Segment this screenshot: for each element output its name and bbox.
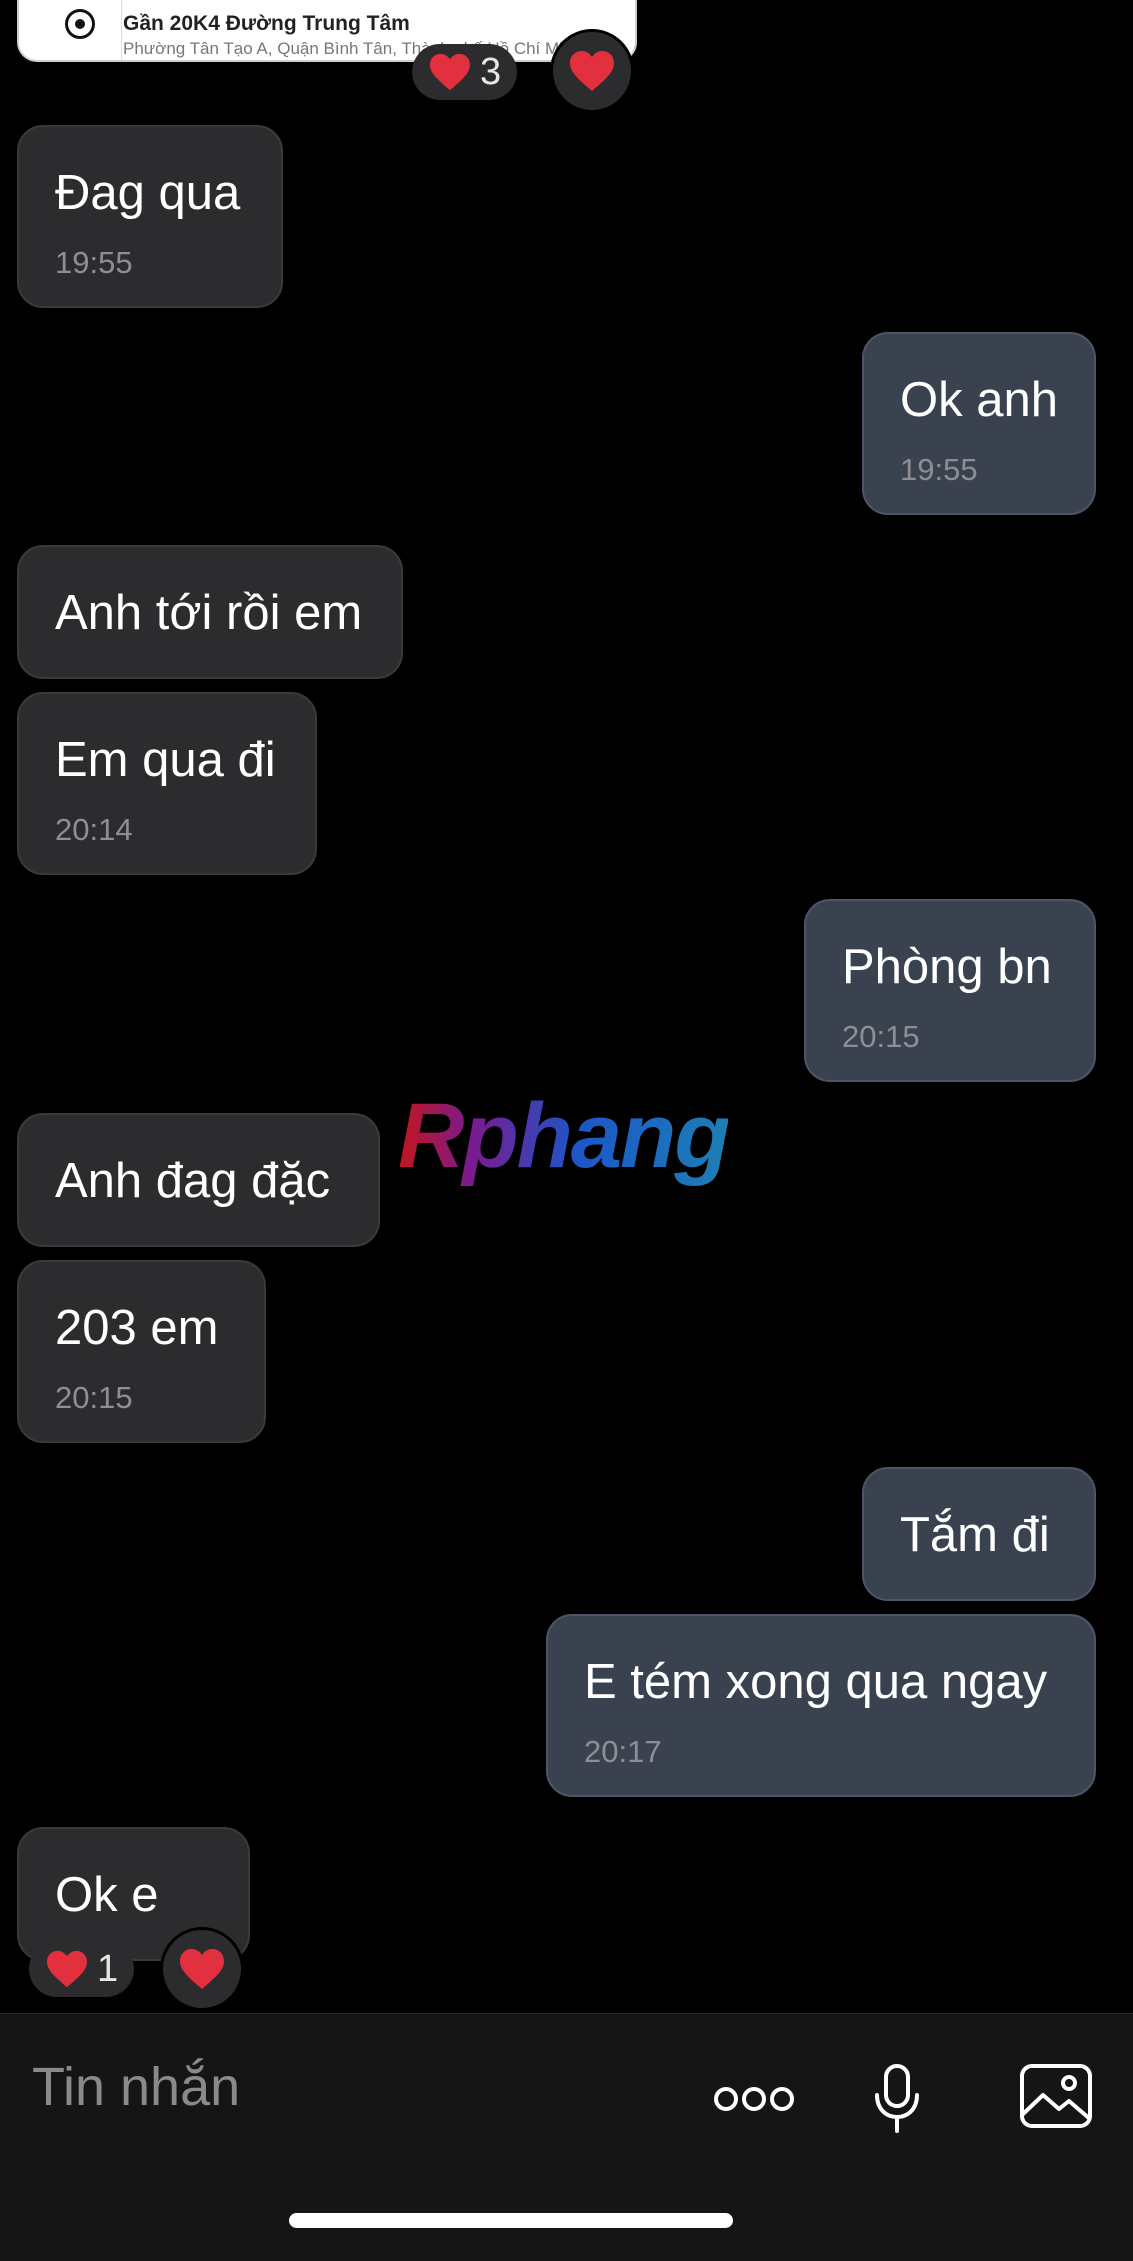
message-bubble-incoming[interactable]: Em qua đi 20:14 (17, 692, 317, 875)
message-bubble-outgoing[interactable]: Tắm đi (862, 1467, 1096, 1601)
location-divider (121, 0, 122, 60)
message-text: Anh đag đặc (55, 1154, 331, 1208)
message-text: Em qua đi (55, 733, 276, 787)
reaction-count: 3 (480, 50, 502, 93)
location-card[interactable]: Gần 20K4 Đường Trung Tâm Phường Tân Tạo … (17, 0, 637, 62)
message-bubble-incoming[interactable]: Đag qua 19:55 (17, 125, 283, 308)
reaction-count: 1 (97, 1947, 119, 1990)
attach-image-button[interactable] (1016, 2056, 1096, 2136)
heart-icon (570, 51, 614, 91)
message-time: 19:55 (55, 245, 133, 280)
message-bubble-outgoing[interactable]: Phòng bn 20:15 (804, 899, 1096, 1082)
voice-message-button[interactable] (866, 2054, 928, 2144)
message-bubble-outgoing[interactable]: E tém xong qua ngay 20:17 (546, 1614, 1096, 1797)
message-time: 20:15 (842, 1019, 920, 1054)
reaction-summary[interactable]: 1 (29, 1941, 135, 1997)
message-time: 20:15 (55, 1380, 133, 1415)
message-time: 20:17 (584, 1734, 662, 1769)
microphone-icon (875, 2064, 919, 2133)
more-button[interactable] (712, 2064, 796, 2134)
watermark: Rphang (398, 1085, 730, 1187)
react-heart-button[interactable] (160, 1927, 244, 2011)
more-icon (714, 2087, 794, 2111)
location-pin-icon (65, 9, 95, 39)
message-time: 19:55 (900, 452, 978, 487)
message-text: Ok e (55, 1868, 159, 1922)
message-input[interactable]: Tin nhắn (32, 2056, 240, 2118)
message-bubble-outgoing[interactable]: Ok anh 19:55 (862, 332, 1096, 515)
reaction-summary[interactable]: 3 (412, 44, 518, 100)
message-time: 20:14 (55, 812, 133, 847)
location-title: Gần 20K4 Đường Trung Tâm (123, 12, 410, 35)
message-bubble-incoming[interactable]: Anh tới rồi em (17, 545, 403, 679)
message-text: Anh tới rồi em (55, 586, 363, 640)
message-text: 203 em (55, 1301, 219, 1355)
message-bubble-incoming[interactable]: Anh đag đặc (17, 1113, 380, 1247)
message-text: Đag qua (55, 166, 241, 220)
message-text: Phòng bn (842, 940, 1052, 994)
message-text: Ok anh (900, 373, 1058, 427)
home-indicator[interactable] (289, 2213, 733, 2228)
image-icon (1020, 2064, 1092, 2128)
react-heart-button[interactable] (550, 29, 634, 113)
heart-icon (180, 1949, 224, 1989)
message-bubble-incoming[interactable]: 203 em 20:15 (17, 1260, 266, 1443)
heart-icon (430, 53, 470, 91)
heart-icon (47, 1950, 87, 1988)
message-text: Tắm đi (900, 1508, 1050, 1562)
message-text: E tém xong qua ngay (584, 1655, 1048, 1709)
